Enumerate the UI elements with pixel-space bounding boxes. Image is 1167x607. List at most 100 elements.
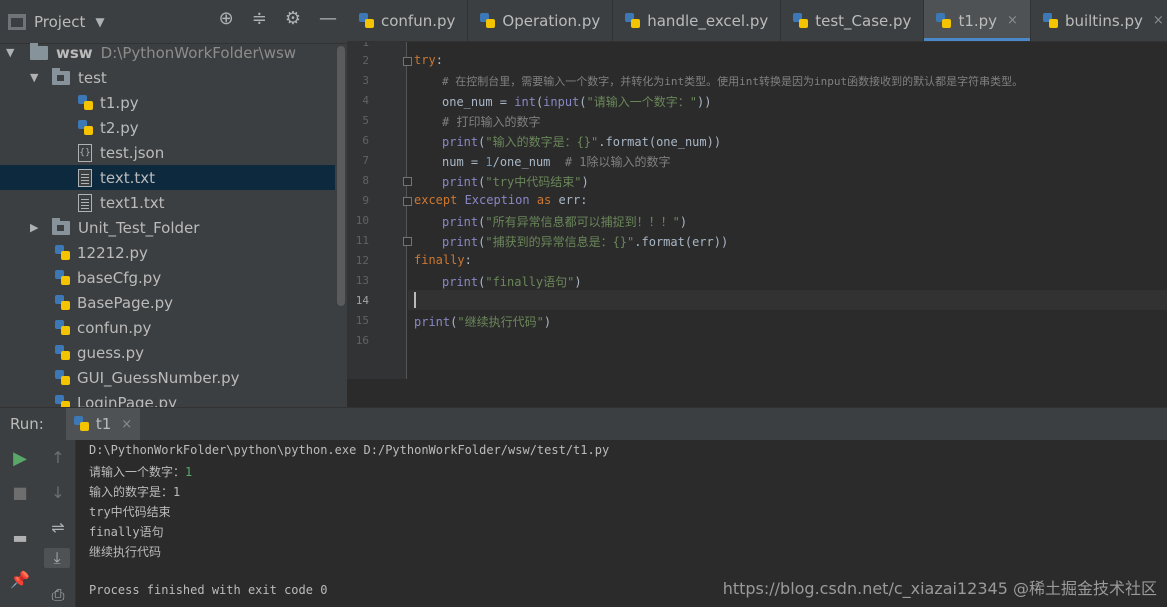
close-icon[interactable]: × xyxy=(1007,13,1018,28)
code-token: "继续执行代码" xyxy=(457,315,544,329)
soft-wrap-icon[interactable]: ⇌ xyxy=(45,518,71,537)
stop-icon[interactable]: ■ xyxy=(7,483,33,502)
line-number-gutter xyxy=(347,42,407,379)
close-icon[interactable]: × xyxy=(121,417,132,432)
line-number: 1 xyxy=(362,42,369,49)
tree-item-basepage-py[interactable]: BasePage.py xyxy=(0,290,335,315)
tree-item-label: LoginPage.py xyxy=(77,393,177,408)
code-token: num = xyxy=(442,155,486,169)
tree-item-loginpage-py[interactable]: LoginPage.py xyxy=(0,390,335,407)
tree-item-t1-py[interactable]: t1.py xyxy=(0,90,335,115)
console-prompt: 请输入一个数字： xyxy=(89,465,186,479)
layout-icon[interactable]: ▬ xyxy=(7,528,33,547)
tree-item-label: test xyxy=(78,68,107,87)
fold-marker-icon[interactable] xyxy=(403,177,412,186)
python-file-icon xyxy=(55,294,71,312)
python-file-icon xyxy=(78,119,94,137)
tree-item-basecfg-py[interactable]: baseCfg.py xyxy=(0,265,335,290)
code-token: print xyxy=(442,235,479,249)
tree-item-test-json[interactable]: {} test.json xyxy=(0,140,335,165)
pin-icon[interactable]: 📌 xyxy=(7,570,33,589)
run-icon[interactable]: ▶ xyxy=(7,448,33,469)
tree-item-wsw[interactable]: ▼ wsw D:\PythonWorkFolder\wsw xyxy=(0,40,335,65)
chevron-down-icon[interactable]: ▼ xyxy=(95,15,104,29)
code-token: one_num = xyxy=(442,95,515,109)
project-title[interactable]: Project xyxy=(34,13,85,31)
run-tab-t1[interactable]: t1 × xyxy=(65,407,141,441)
console-line: D:\PythonWorkFolder\python\python.exe D:… xyxy=(89,443,610,457)
line-number: 8 xyxy=(362,174,369,187)
code-line: except Exception as err: xyxy=(414,193,587,207)
text-file-icon xyxy=(78,193,92,212)
project-header: Project ▼ ⊕ ≑ ⚙ — xyxy=(0,0,347,44)
tree-item-12212-py[interactable]: 12212.py xyxy=(0,240,335,265)
tree-item-confun-py[interactable]: confun.py xyxy=(0,315,335,340)
tree-item-gui-guessnumber-py[interactable]: GUI_GuessNumber.py xyxy=(0,365,335,390)
print-icon[interactable]: ⎙ xyxy=(45,585,71,605)
tree-item-label: wsw xyxy=(56,43,93,62)
python-file-icon xyxy=(55,394,71,407)
code-token: as xyxy=(529,193,559,207)
code-line: # 打印输入的数字 xyxy=(442,113,540,130)
folder-icon xyxy=(52,67,70,85)
tab-builtins-py[interactable]: builtins.py × xyxy=(1031,0,1167,41)
tree-item-label: test.json xyxy=(100,143,165,162)
minimize-icon[interactable]: — xyxy=(319,8,337,29)
fold-marker-icon[interactable] xyxy=(403,237,412,246)
tree-item-label: t1.py xyxy=(100,93,139,112)
tree-item-text-txt[interactable]: text.txt xyxy=(0,165,335,190)
tab-test-case-py[interactable]: test_Case.py xyxy=(781,0,925,41)
project-tree: ▼ wsw D:\PythonWorkFolder\wsw ▼ test t1.… xyxy=(0,40,335,407)
chevron-down-icon[interactable]: ▼ xyxy=(6,46,20,59)
code-line: one_num = int(input("请输入一个数字：")) xyxy=(442,93,711,110)
tree-item-unit-test-folder[interactable]: ▶ Unit_Test_Folder xyxy=(0,215,335,240)
close-icon[interactable]: × xyxy=(1153,13,1164,28)
project-icon xyxy=(8,13,26,30)
code-line: try: xyxy=(414,53,443,67)
code-editor[interactable]: 1 2 3 4 5 6 7 8 9 10 11 12 13 14 15 16 t… xyxy=(347,42,1167,407)
tree-item-text1-txt[interactable]: text1.txt xyxy=(0,190,335,215)
code-line: print("try中代码结束") xyxy=(442,173,589,190)
arrow-up-icon[interactable]: ↑ xyxy=(45,448,71,467)
gear-icon[interactable]: ⚙ xyxy=(285,8,301,29)
tab-operation-py[interactable]: Operation.py xyxy=(468,0,614,41)
collapse-icon[interactable]: ≑ xyxy=(252,8,267,29)
tab-label: Operation.py xyxy=(502,11,601,30)
code-token: : xyxy=(464,253,472,267)
chevron-right-icon[interactable]: ▶ xyxy=(30,221,44,234)
crosshair-icon[interactable]: ⊕ xyxy=(219,8,234,29)
tree-item-label: 12212.py xyxy=(77,243,148,262)
code-token: )) xyxy=(696,95,712,109)
code-token: ( xyxy=(579,95,587,109)
tab-handle-excel-py[interactable]: handle_excel.py xyxy=(613,0,782,41)
project-panel: Project ▼ ⊕ ≑ ⚙ — ▼ wsw D:\PythonWorkFol… xyxy=(0,0,347,407)
python-file-icon xyxy=(55,369,71,387)
code-token: print xyxy=(414,315,451,329)
project-scrollbar[interactable] xyxy=(337,46,345,306)
code-token: err: xyxy=(558,193,588,207)
tree-item-guess-py[interactable]: guess.py xyxy=(0,340,335,365)
tab-label: confun.py xyxy=(381,11,456,30)
tree-item-t2-py[interactable]: t2.py xyxy=(0,115,335,140)
tab-confun-py[interactable]: confun.py xyxy=(347,0,469,41)
code-token: : xyxy=(435,53,443,67)
fold-marker-icon[interactable] xyxy=(403,197,412,206)
tab-label: builtins.py xyxy=(1064,11,1143,30)
tab-t1-py[interactable]: t1.py × xyxy=(924,0,1031,41)
tab-label: handle_excel.py xyxy=(647,11,769,30)
tree-item-test[interactable]: ▼ test xyxy=(0,65,335,90)
chevron-down-icon[interactable]: ▼ xyxy=(30,71,44,84)
code-token: print xyxy=(442,275,479,289)
python-file-icon xyxy=(55,269,71,287)
code-token: /one_num xyxy=(492,155,565,169)
arrow-down-icon[interactable]: ↓ xyxy=(45,483,71,502)
code-token: 1 xyxy=(485,155,493,169)
code-token: ) xyxy=(574,275,582,289)
fold-marker-icon[interactable] xyxy=(403,57,412,66)
line-number: 7 xyxy=(362,154,369,167)
scroll-to-end-icon[interactable]: ⤓ xyxy=(44,548,70,568)
python-file-icon xyxy=(793,12,809,30)
line-number: 5 xyxy=(362,114,369,127)
python-file-icon xyxy=(359,12,375,30)
text-file-icon xyxy=(78,168,92,187)
